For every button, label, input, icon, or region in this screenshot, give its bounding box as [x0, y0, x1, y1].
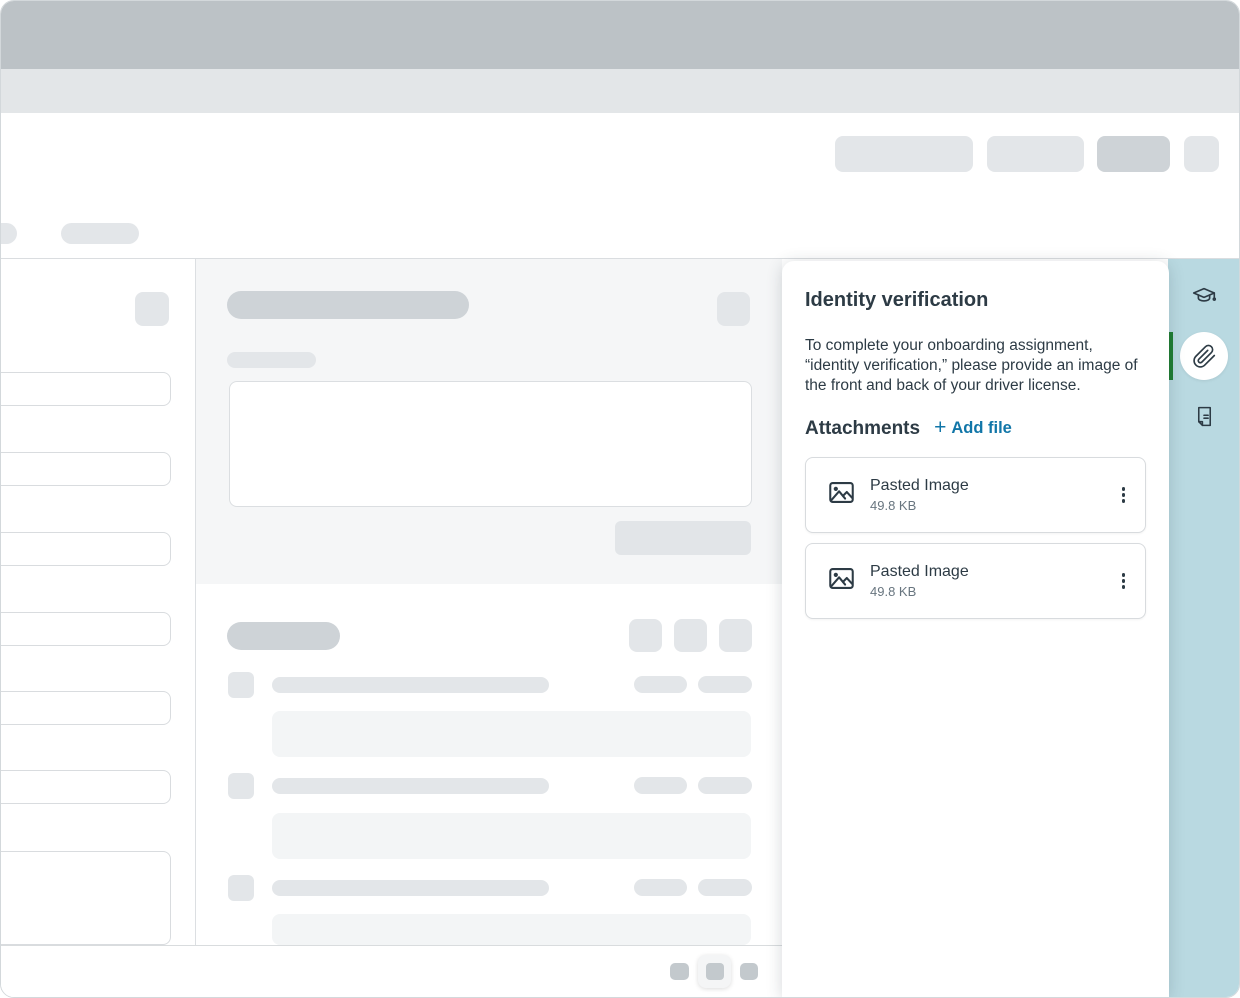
sidebar-input-1[interactable] [0, 372, 171, 406]
question-bullet-2 [228, 773, 254, 799]
header-action-placeholder-3[interactable] [1097, 136, 1170, 172]
image-icon [827, 564, 856, 598]
sidebar-input-6[interactable] [0, 770, 171, 804]
question-text-placeholder-1 [272, 677, 549, 693]
sidebar-input-3[interactable] [0, 532, 171, 566]
answer-area-1[interactable] [272, 711, 751, 757]
breadcrumb-pill-placeholder [61, 223, 139, 244]
graduation-cap-icon [1191, 284, 1217, 310]
quiz-toolbar-square-2[interactable] [674, 619, 707, 652]
plus-icon: + [934, 420, 946, 436]
question-badge-2a [634, 777, 687, 794]
document-button[interactable] [1180, 392, 1228, 440]
question-badge-3b [698, 879, 752, 896]
quiz-toolbar-square-1[interactable] [629, 619, 662, 652]
tray-description: To complete your onboarding assignment, … [805, 336, 1146, 396]
tray-title: Identity verification [805, 288, 1146, 312]
page-current-button[interactable] [698, 955, 731, 988]
question-bullet-1 [228, 672, 254, 698]
sidebar-input-5[interactable] [0, 691, 171, 725]
question-badge-1a [634, 676, 687, 693]
sidebar-input-2[interactable] [0, 452, 171, 486]
attachment-list: Pasted Image 49.8 KB Pasted Image 49 [805, 457, 1146, 619]
question-badge-1b [698, 676, 752, 693]
attachments-header: Attachments + Add file [805, 418, 1146, 440]
question-badge-3a [634, 879, 687, 896]
attachment-card[interactable]: Pasted Image 49.8 KB [805, 543, 1146, 619]
attachment-size: 49.8 KB [870, 498, 969, 513]
attachment-info: Pasted Image 49.8 KB [870, 477, 969, 513]
page-next-button[interactable] [740, 963, 758, 980]
graduation-cap-button[interactable] [1180, 273, 1228, 321]
question-text-placeholder-3 [272, 880, 549, 896]
page-current-indicator [706, 963, 724, 980]
header-action-placeholder-2[interactable] [987, 136, 1084, 172]
image-icon [827, 478, 856, 512]
attachment-name: Pasted Image [870, 477, 969, 495]
secondary-navigation-bar [1, 69, 1239, 113]
attachment-name: Pasted Image [870, 563, 969, 581]
question-badge-2b [698, 777, 752, 794]
assignment-textbox[interactable] [229, 381, 752, 507]
quiz-title-placeholder [227, 622, 340, 650]
header-action-placeholder-1[interactable] [835, 136, 973, 172]
breadcrumb-avatar-placeholder [0, 223, 17, 244]
assignment-title-placeholder [227, 291, 469, 319]
question-text-placeholder-2 [272, 778, 549, 794]
app-window: Identity verification To complete your o… [0, 0, 1240, 998]
question-bullet-3 [228, 875, 254, 901]
sidebar-textarea[interactable] [0, 851, 171, 945]
quiz-toolbar-square-3[interactable] [719, 619, 752, 652]
top-navigation-bar [1, 1, 1239, 69]
attachment-info: Pasted Image 49.8 KB [870, 563, 969, 599]
add-file-label: Add file [951, 419, 1012, 438]
identity-verification-tray: Identity verification To complete your o… [782, 261, 1169, 997]
attachment-size: 49.8 KB [870, 584, 969, 599]
paperclip-icon [1192, 344, 1217, 369]
add-file-button[interactable]: + Add file [934, 419, 1012, 438]
answer-area-2[interactable] [272, 813, 751, 859]
sidebar-input-4[interactable] [0, 612, 171, 646]
attachment-card[interactable]: Pasted Image 49.8 KB [805, 457, 1146, 533]
field-label-placeholder [227, 352, 316, 368]
answer-area-3[interactable] [272, 914, 751, 945]
kebab-menu-icon[interactable] [1118, 481, 1129, 508]
submit-button-placeholder[interactable] [615, 521, 751, 555]
footer-bar [1, 945, 782, 998]
sidebar-action-square[interactable] [135, 292, 169, 326]
header-action-placeholder-4[interactable] [1184, 136, 1219, 172]
kebab-menu-icon[interactable] [1118, 567, 1129, 594]
paperclip-button-active[interactable] [1180, 332, 1228, 380]
page-prev-button[interactable] [670, 963, 689, 980]
assignment-action-square[interactable] [717, 292, 750, 326]
document-icon [1192, 404, 1217, 429]
attachments-heading: Attachments [805, 418, 920, 440]
